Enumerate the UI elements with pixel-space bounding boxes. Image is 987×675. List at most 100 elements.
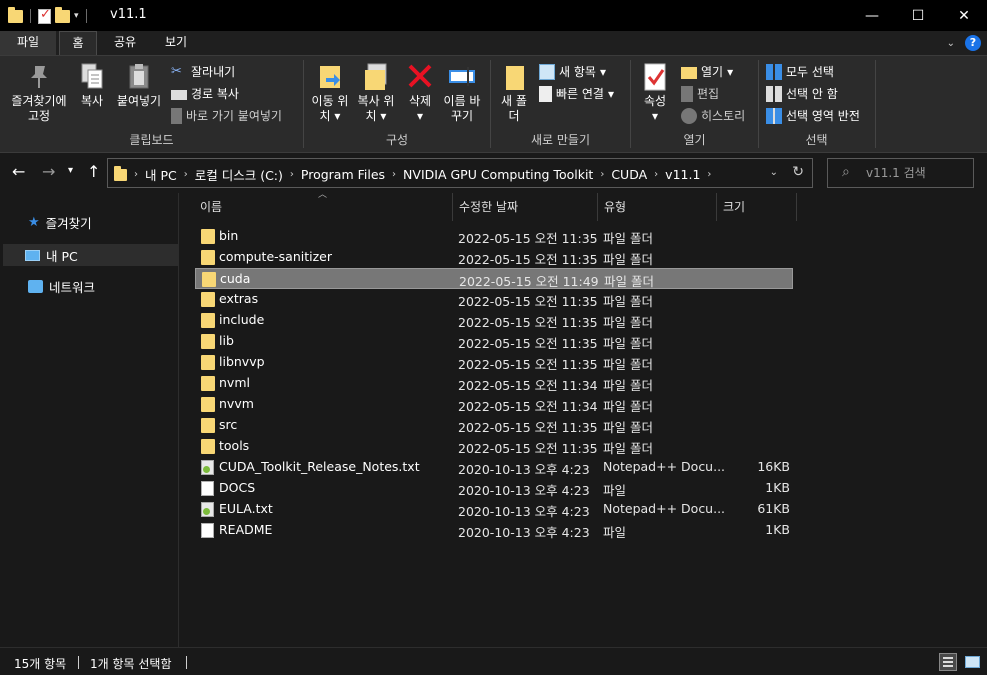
- maximize-button[interactable]: ☐: [895, 0, 941, 31]
- new-folder-button[interactable]: 새 폴더: [499, 62, 529, 124]
- select-all-button[interactable]: 모두 선택: [766, 63, 834, 80]
- file-row[interactable]: cuda 2022-05-15 오전 11:49 파일 폴더: [195, 268, 793, 289]
- search-input[interactable]: [866, 164, 966, 182]
- edit-button[interactable]: 편집: [681, 85, 719, 102]
- chevron-right-icon[interactable]: ›: [600, 169, 604, 180]
- divider: [186, 656, 187, 669]
- details-view-button[interactable]: [939, 653, 957, 671]
- file-row[interactable]: nvvm 2022-05-15 오전 11:34 파일 폴더: [195, 394, 793, 415]
- new-item-button[interactable]: 새 항목 ▾: [539, 63, 606, 80]
- breadcrumb-cuda[interactable]: CUDA: [611, 167, 647, 182]
- file-row[interactable]: lib 2022-05-15 오전 11:35 파일 폴더: [195, 331, 793, 352]
- column-name[interactable]: 이름: [194, 193, 453, 221]
- paste-shortcut-button[interactable]: 바로 가기 붙여넣기: [171, 107, 282, 124]
- tab-home[interactable]: 홈: [59, 31, 97, 55]
- file-size: 61KB: [757, 501, 790, 516]
- rename-icon: [448, 62, 476, 90]
- breadcrumb-v11-1[interactable]: v11.1: [665, 167, 700, 182]
- breadcrumb-program-files[interactable]: Program Files: [301, 167, 385, 182]
- properties-button[interactable]: 속성 ▾: [639, 62, 671, 124]
- expand-ribbon-chevron-icon[interactable]: ⌄: [947, 38, 955, 49]
- search-box[interactable]: ⌕: [827, 158, 974, 188]
- chevron-right-icon[interactable]: ›: [290, 169, 294, 180]
- help-icon[interactable]: ?: [965, 35, 981, 51]
- easy-access-button[interactable]: 빠른 연결 ▾: [539, 85, 614, 102]
- folder-icon: [201, 229, 215, 244]
- file-row[interactable]: README 2020-10-13 오후 4:23 파일 1KB: [195, 520, 793, 541]
- nav-item-quick-access[interactable]: ★ 즐겨찾기: [0, 211, 179, 233]
- column-type[interactable]: 유형: [598, 193, 717, 221]
- column-size[interactable]: 크기: [717, 193, 797, 221]
- text-document-icon: [201, 502, 214, 517]
- properties-icon[interactable]: [38, 7, 51, 24]
- copy-path-button[interactable]: 경로 복사: [171, 85, 239, 102]
- refresh-icon[interactable]: ↻: [792, 164, 804, 180]
- history-button[interactable]: 히스토리: [681, 107, 745, 124]
- nav-item-this-pc[interactable]: 내 PC: [3, 244, 178, 266]
- file-type: 파일 폴더: [603, 399, 653, 414]
- copy-button[interactable]: 복사: [74, 62, 110, 109]
- file-size: 16KB: [757, 459, 790, 474]
- file-row[interactable]: include 2022-05-15 오전 11:35 파일 폴더: [195, 310, 793, 331]
- file-date-modified: 2020-10-13 오후 4:23: [458, 462, 590, 477]
- close-button[interactable]: ✕: [941, 0, 987, 31]
- large-icons-view-button[interactable]: [963, 653, 981, 671]
- file-name: include: [219, 312, 265, 327]
- file-type: Notepad++ Docu...: [603, 459, 726, 474]
- nav-item-network[interactable]: 네트워크: [0, 275, 179, 297]
- file-date-modified: 2022-05-15 오전 11:35: [458, 294, 598, 309]
- chevron-right-icon[interactable]: ›: [134, 169, 138, 180]
- file-row[interactable]: extras 2022-05-15 오전 11:35 파일 폴더: [195, 289, 793, 310]
- chevron-right-icon[interactable]: ›: [707, 169, 711, 180]
- breadcrumb-local-disk[interactable]: 로컬 디스크 (C:): [195, 165, 283, 184]
- select-none-button[interactable]: 선택 안 함: [766, 85, 838, 102]
- file-row[interactable]: DOCS 2020-10-13 오후 4:23 파일 1KB: [195, 478, 793, 499]
- file-type: 파일 폴더: [603, 231, 653, 246]
- chevron-right-icon[interactable]: ›: [392, 169, 396, 180]
- new-folder-icon[interactable]: [55, 6, 70, 23]
- file-row[interactable]: tools 2022-05-15 오전 11:35 파일 폴더: [195, 436, 793, 457]
- recent-locations-chevron-icon[interactable]: ▾: [68, 165, 73, 176]
- file-date-modified: 2020-10-13 오후 4:23: [458, 525, 590, 540]
- file-row[interactable]: nvml 2022-05-15 오전 11:34 파일 폴더: [195, 373, 793, 394]
- status-bar: 15개 항목 1개 항목 선택함: [0, 647, 987, 675]
- move-to-button[interactable]: 이동 위치 ▾: [308, 62, 352, 124]
- folder-icon: [201, 355, 215, 370]
- file-row[interactable]: bin 2022-05-15 오전 11:35 파일 폴더: [195, 226, 793, 247]
- pin-to-quick-access-button[interactable]: 즐겨찾기에 고정: [6, 62, 72, 124]
- tab-view[interactable]: 보기: [158, 31, 194, 55]
- star-icon: ★: [28, 214, 40, 230]
- delete-button[interactable]: 삭제 ▾: [402, 62, 438, 124]
- tab-share[interactable]: 공유: [107, 31, 143, 55]
- breadcrumb-nvidia-toolkit[interactable]: NVIDIA GPU Computing Toolkit: [403, 167, 593, 182]
- window-title: v11.1: [110, 7, 147, 22]
- file-row[interactable]: CUDA_Toolkit_Release_Notes.txt 2020-10-13…: [195, 457, 793, 478]
- network-icon: [28, 279, 43, 293]
- rename-button[interactable]: 이름 바꾸기: [440, 62, 484, 124]
- copy-to-button[interactable]: 복사 위치 ▾: [354, 62, 398, 124]
- clipboard-group: 즐겨찾기에 고정 복사 붙여넣기 ✂ 잘라내기 경로 복사 바로 가기 붙여넣기…: [0, 56, 303, 152]
- tab-file[interactable]: 파일: [0, 31, 56, 55]
- column-date-modified[interactable]: 수정한 날짜: [453, 193, 598, 221]
- open-button[interactable]: 열기 ▾: [681, 63, 733, 80]
- address-dropdown-chevron-icon[interactable]: ⌄: [770, 167, 778, 178]
- invert-selection-button[interactable]: 선택 영역 반전: [766, 107, 860, 124]
- file-row[interactable]: EULA.txt 2020-10-13 오후 4:23 Notepad++ Docu…: [195, 499, 793, 520]
- paste-button[interactable]: 붙여넣기: [112, 62, 166, 109]
- address-bar[interactable]: › 내 PC › 로컬 디스크 (C:) › Program Files › N…: [107, 158, 813, 188]
- file-row[interactable]: libnvvp 2022-05-15 오전 11:35 파일 폴더: [195, 352, 793, 373]
- file-date-modified: 2022-05-15 오전 11:34: [458, 378, 598, 393]
- chevron-right-icon[interactable]: ›: [654, 169, 658, 180]
- breadcrumb-this-pc[interactable]: 내 PC: [145, 165, 177, 184]
- chevron-right-icon[interactable]: ›: [184, 169, 188, 180]
- cut-button[interactable]: ✂ 잘라내기: [171, 63, 235, 80]
- up-arrow-icon[interactable]: ↑: [87, 162, 100, 181]
- file-row[interactable]: src 2022-05-15 오전 11:35 파일 폴더: [195, 415, 793, 436]
- minimize-button[interactable]: —: [849, 0, 895, 31]
- divider: [30, 9, 31, 23]
- file-icon: [201, 523, 214, 538]
- forward-arrow-icon[interactable]: →: [42, 162, 55, 181]
- back-arrow-icon[interactable]: ←: [12, 162, 25, 181]
- file-row[interactable]: compute-sanitizer 2022-05-15 오전 11:35 파일 폴…: [195, 247, 793, 268]
- customize-toolbar-chevron-icon[interactable]: ▾: [74, 11, 79, 21]
